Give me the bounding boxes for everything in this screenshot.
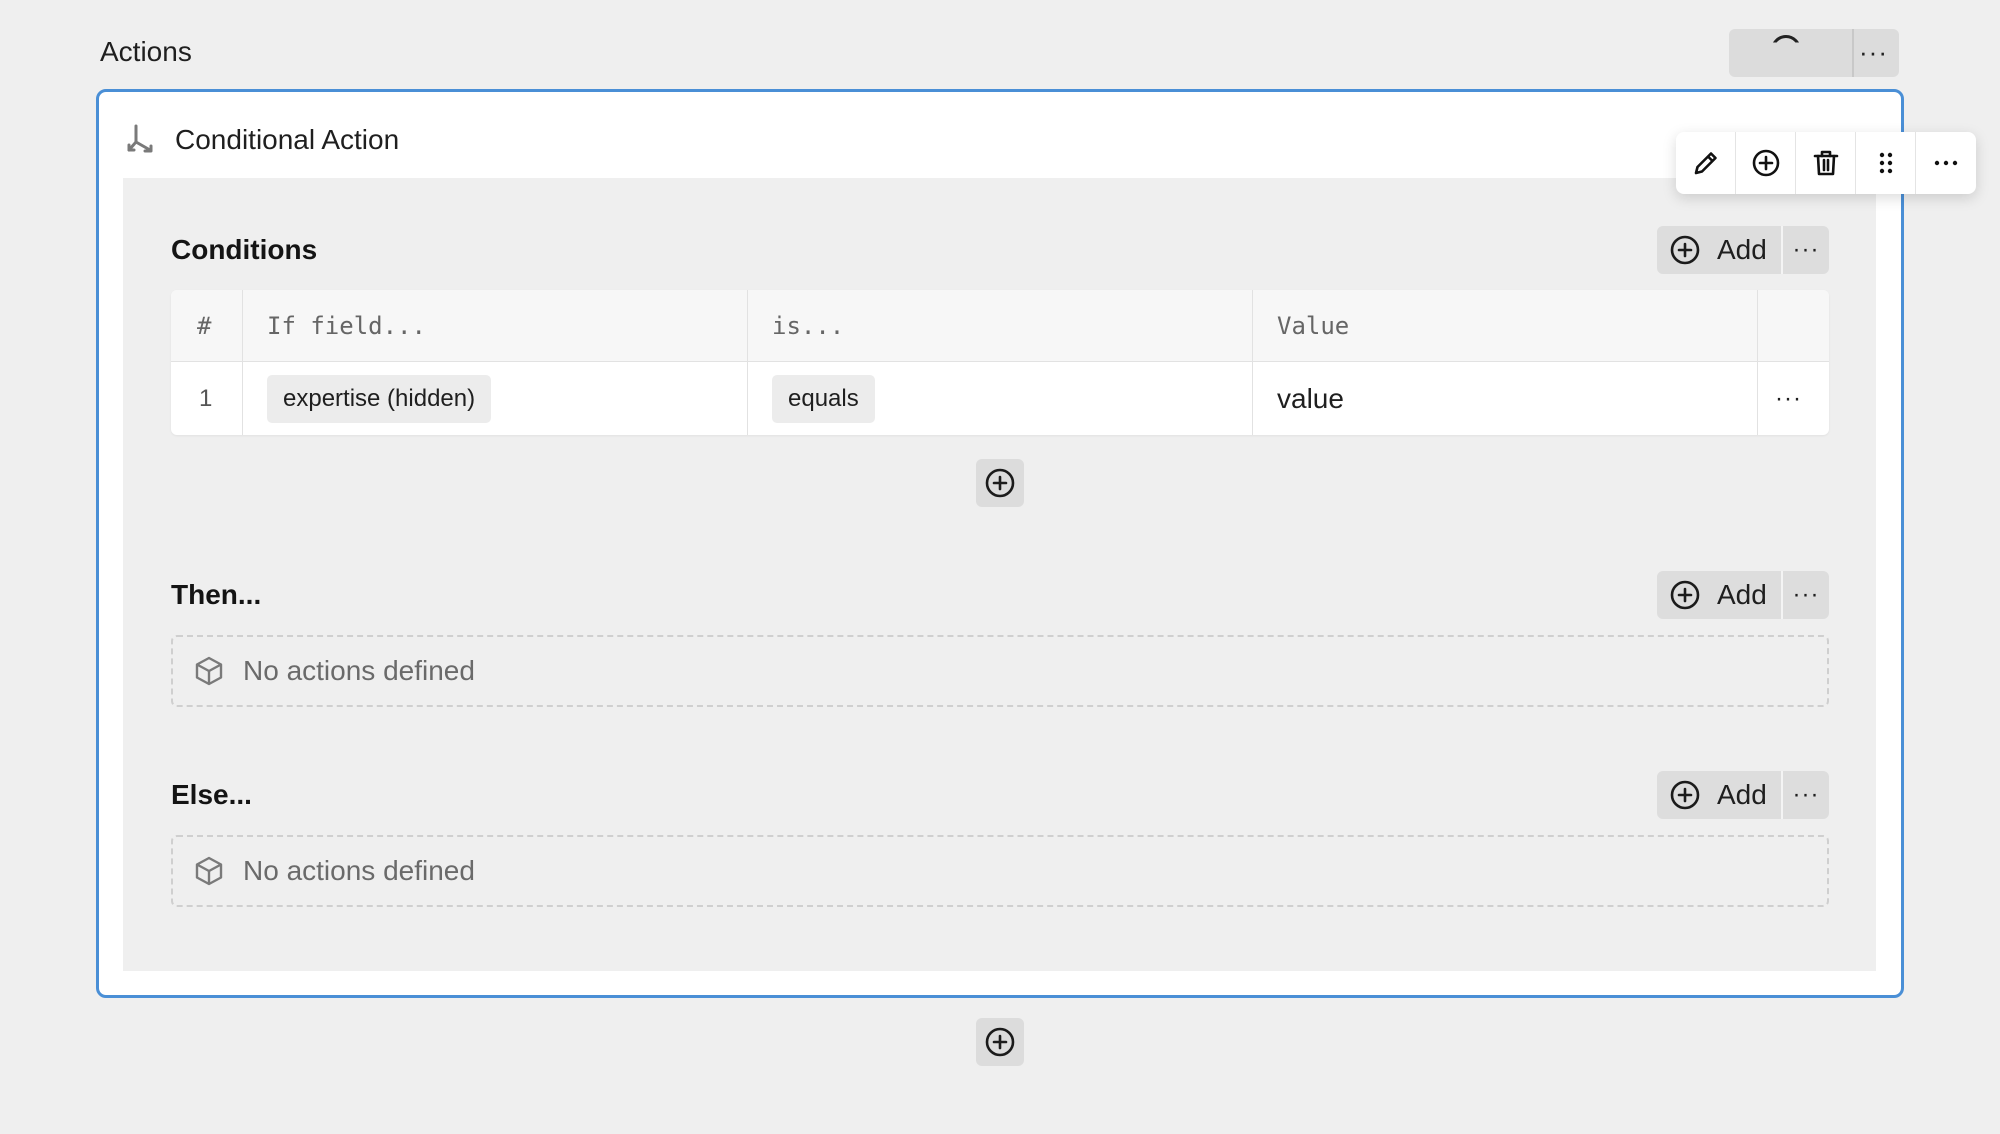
plus-circle-icon [985, 468, 1015, 498]
conditional-action-card[interactable]: Conditional Action Conditions Add ··· # … [96, 89, 1976, 998]
then-add-label: Add [1717, 579, 1767, 610]
conditions-header: Conditions Add ··· [171, 226, 1829, 274]
operator-chip[interactable]: equals [772, 374, 875, 423]
add-action-button[interactable] [976, 1018, 1024, 1066]
conditions-add-label: Add [1717, 234, 1767, 265]
row-more-button[interactable]: ··· [1775, 362, 1802, 435]
value-field[interactable]: value [1277, 362, 1344, 435]
then-header: Then... Add ··· [171, 571, 1829, 619]
pencil-icon [1694, 152, 1717, 175]
column-header-field: If field... [267, 311, 426, 340]
table-row: 1 expertise (hidden) equals value ··· [171, 362, 1829, 435]
conditional-branch-icon [127, 124, 153, 153]
then-more-button[interactable]: ··· [1781, 571, 1829, 619]
conditions-add-group: Add ··· [1657, 226, 1829, 274]
then-add-button[interactable]: Add [1657, 571, 1781, 619]
card-body: Conditions Add ··· # If field... is... V… [123, 178, 1876, 971]
edit-button[interactable] [1676, 132, 1736, 194]
cube-icon [195, 856, 223, 886]
column-header-index: # [197, 311, 212, 340]
trash-icon [1813, 150, 1838, 176]
more-button[interactable] [1916, 132, 1976, 194]
else-add-group: Add ··· [1657, 771, 1829, 819]
else-label: Else... [171, 779, 252, 810]
plus-circle-icon [1670, 235, 1700, 265]
then-empty-state: No actions defined [171, 635, 1829, 707]
plus-circle-icon [985, 1027, 1015, 1057]
conditions-add-button[interactable]: Add [1657, 226, 1781, 274]
conditions-label: Conditions [171, 234, 318, 265]
else-empty-text: No actions defined [243, 855, 475, 886]
column-header-value: Value [1277, 311, 1350, 340]
else-add-label: Add [1717, 779, 1767, 810]
section-title: Actions [100, 36, 192, 67]
background-more-icon[interactable]: ··· [1859, 37, 1888, 68]
floating-toolbar [1676, 132, 1976, 194]
plus-circle-icon [1670, 780, 1700, 810]
more-icon [1934, 160, 1958, 166]
card-header: Conditional Action [125, 120, 399, 160]
else-add-button[interactable]: Add [1657, 771, 1781, 819]
plus-circle-icon [1752, 149, 1779, 177]
conditions-more-button[interactable]: ··· [1781, 226, 1829, 274]
then-label: Then... [171, 579, 262, 610]
page: Actions ··· Conditional Action Condition… [0, 0, 2000, 1134]
then-empty-text: No actions defined [243, 655, 475, 686]
conditions-table: # If field... is... Value 1 expertise (h… [171, 290, 1829, 435]
else-empty-state: No actions defined [171, 835, 1829, 907]
field-chip[interactable]: expertise (hidden) [267, 374, 492, 423]
drag-handle-icon [1879, 152, 1892, 174]
add-button[interactable] [1736, 132, 1796, 194]
cube-icon [195, 656, 223, 686]
background-toolbar: ··· [1729, 29, 1899, 77]
then-add-group: Add ··· [1657, 571, 1829, 619]
table-header: # If field... is... Value [171, 290, 1829, 362]
row-index: 1 [199, 384, 213, 412]
delete-button[interactable] [1796, 132, 1856, 194]
else-header: Else... Add ··· [171, 771, 1829, 819]
else-more-button[interactable]: ··· [1781, 771, 1829, 819]
column-header-operator: is... [772, 311, 845, 340]
plus-circle-icon [1670, 580, 1700, 610]
card-title: Conditional Action [175, 124, 400, 155]
drag-handle[interactable] [1856, 132, 1916, 194]
add-condition-button[interactable] [976, 459, 1024, 507]
